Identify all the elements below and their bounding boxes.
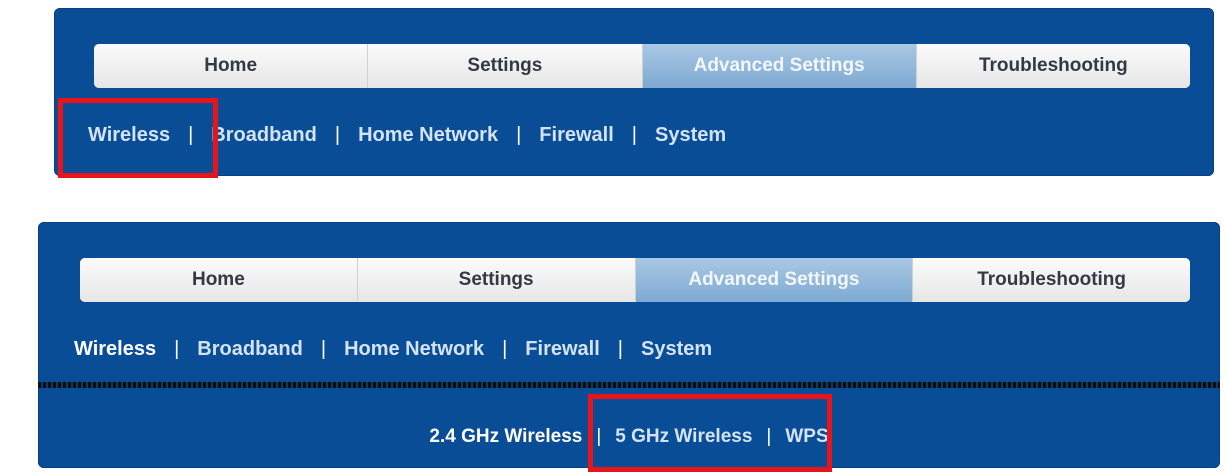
advanced-subnav: Wireless | Broadband | Home Network | Fi… [88, 118, 726, 152]
tab-troubleshooting[interactable]: Troubleshooting [913, 258, 1190, 302]
tab-advanced-settings[interactable]: Advanced Settings [642, 44, 917, 88]
subnav-separator: | [631, 123, 637, 146]
subnav-link-system[interactable]: System [641, 338, 712, 361]
subnav-separator: | [617, 337, 623, 360]
subnav-separator: | [334, 123, 341, 146]
tab-home[interactable]: Home [94, 44, 369, 88]
subnav-link-wireless[interactable]: Wireless [88, 124, 170, 147]
subnav-separator: | [188, 123, 194, 146]
subnav-link-wireless[interactable]: Wireless [74, 338, 156, 361]
wireless-link-wps[interactable]: WPS [785, 426, 828, 448]
section-divider [38, 382, 1220, 388]
subnav-separator: | [320, 337, 327, 360]
subnav-link-home-network[interactable]: Home Network [358, 124, 498, 147]
wireless-link-5ghz[interactable]: 5 GHz Wireless [615, 426, 752, 448]
subnav-link-broadband[interactable]: Broadband [197, 338, 303, 361]
subnav-link-firewall[interactable]: Firewall [539, 124, 613, 147]
router-nav-panel-bottom: Home Settings Advanced Settings Troubles… [38, 222, 1220, 468]
subnav-link-system[interactable]: System [655, 124, 726, 147]
subnav-link-firewall[interactable]: Firewall [525, 338, 599, 361]
subnav-separator: | [502, 337, 508, 360]
wireless-subnav: 2.4 GHz Wireless | 5 GHz Wireless | WPS [38, 420, 1220, 454]
subnav-link-home-network[interactable]: Home Network [344, 338, 484, 361]
subnav-separator: | [516, 123, 522, 146]
tab-advanced-settings[interactable]: Advanced Settings [635, 258, 914, 302]
tab-settings[interactable]: Settings [357, 258, 636, 302]
tab-home[interactable]: Home [80, 258, 358, 302]
main-tab-bar: Home Settings Advanced Settings Troubles… [94, 44, 1190, 88]
main-tab-bar: Home Settings Advanced Settings Troubles… [80, 258, 1190, 302]
wireless-subnav-separator: | [766, 426, 772, 447]
wireless-link-2-4ghz[interactable]: 2.4 GHz Wireless [429, 426, 582, 448]
subnav-separator: | [174, 337, 180, 360]
router-nav-panel-top: Home Settings Advanced Settings Troubles… [54, 8, 1214, 176]
advanced-subnav: Wireless | Broadband | Home Network | Fi… [74, 332, 712, 366]
tab-troubleshooting[interactable]: Troubleshooting [916, 44, 1190, 88]
tab-settings[interactable]: Settings [368, 44, 643, 88]
subnav-link-broadband[interactable]: Broadband [211, 124, 317, 147]
wireless-subnav-separator: | [596, 426, 602, 447]
